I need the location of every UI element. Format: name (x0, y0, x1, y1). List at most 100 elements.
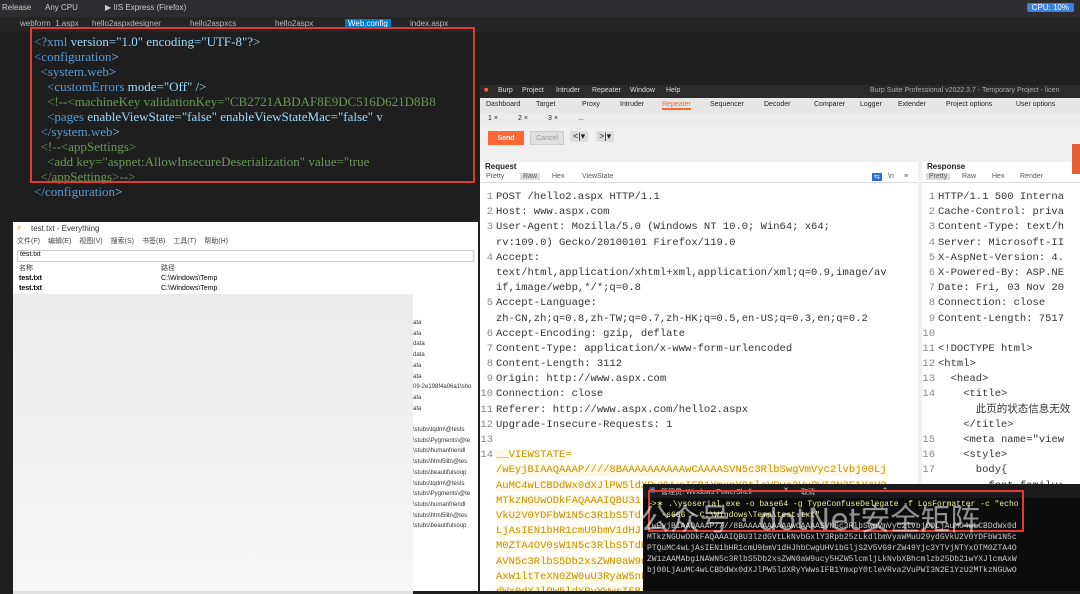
tab-hex[interactable]: Hex (992, 173, 1004, 180)
burp-menu-intruder[interactable]: Intruder (556, 87, 580, 94)
tab-raw[interactable]: Raw (962, 173, 976, 180)
line-number: 3 (486, 221, 493, 234)
line-text: Server: Microsoft-II (938, 236, 1065, 249)
menu-edit[interactable]: 编辑(E) (48, 238, 71, 245)
line-number: 5 (486, 297, 493, 310)
code-line: 4 Accept: (480, 251, 918, 266)
path-fragment: ata (413, 320, 422, 326)
code-line: 2 Cache-Control: priva (922, 205, 1080, 220)
newline-icon[interactable]: \n (888, 173, 894, 180)
line-text: /wEyjBIAAQAAAP////8BAAAAAAAAAAwCAAAASVN5… (496, 464, 887, 477)
terminal-line: bj00LjAuMC4wLCBDdWx0dXJlPW5ldXRyYWwsIFB1… (647, 566, 1017, 575)
line-text: User-Agent: Mozilla/5.0 (Windows NT 10.0… (496, 221, 830, 234)
tab-pretty[interactable]: Pretty (926, 173, 951, 180)
burp-menu-project[interactable]: Project (522, 87, 544, 94)
tool-tab-sequencer[interactable]: Sequencer (710, 101, 744, 108)
terminal-line: PTQuMC4wLjAsIEN1bHR1cmU9bmV1dHJhbCwgUHVi… (647, 544, 1017, 553)
response-view-tabs: Pretty Raw Hex Render (922, 172, 1080, 183)
burp-menu-help[interactable]: Help (666, 87, 680, 94)
cancel-button[interactable]: Cancel (530, 131, 564, 145)
platform-dropdown[interactable]: Any CPU (45, 3, 78, 12)
tab-viewstate[interactable]: ViewState (582, 173, 613, 180)
line-text: </title> (938, 418, 1014, 431)
tool-tab-project-options[interactable]: Project options (946, 101, 992, 108)
tool-tab-proxy[interactable]: Proxy (582, 101, 600, 108)
file-path: C:\Windows\Temp (161, 275, 218, 282)
panel-edge-marker (1072, 144, 1080, 174)
line-number: 4 (928, 236, 935, 249)
tool-tab-target[interactable]: Target (536, 101, 555, 108)
code-line: 13 (480, 433, 918, 448)
line-number: 11 (480, 403, 493, 416)
code-line: text/html,application/xhtml+xml,applicat… (480, 266, 918, 281)
code-line: 8 Content-Length: 3112 (480, 357, 918, 372)
tool-tab-intruder[interactable]: Intruder (620, 101, 644, 108)
path-fragment: \stubs\humanfriendl (413, 448, 466, 455)
code-line: 14 <title> (922, 387, 1080, 402)
burp-menu-repeater[interactable]: Repeater (592, 87, 621, 94)
line-number: 1 (486, 191, 493, 203)
request-view-tabs: Pretty Raw Hex ViewState ⇆ \n ≡ (480, 172, 918, 183)
repeater-tab[interactable]: ... (578, 115, 584, 122)
menu-search[interactable]: 搜索(S) (111, 238, 134, 245)
tab-raw[interactable]: Raw (520, 173, 541, 180)
tool-tab-decoder[interactable]: Decoder (764, 101, 790, 108)
config-dropdown[interactable]: Release (2, 3, 31, 12)
line-number: 1 (928, 191, 935, 203)
burp-tool-tabs: Dashboard Target Proxy Intruder Repeater Sequ… (480, 98, 1080, 113)
repeater-tab[interactable]: 2 × (518, 115, 528, 122)
visual-studio-toolbar: Release Any CPU ▶ IIS Express (Firefox) … (0, 0, 1080, 17)
code-line: 6 Accept-Encoding: gzip, deflate (480, 327, 918, 342)
search-input[interactable]: test.txt (17, 250, 474, 262)
path-fragment: ata (413, 394, 422, 401)
line-text: <style> (938, 449, 1008, 462)
history-back-icon[interactable]: <|▾ (570, 131, 589, 142)
column-path[interactable]: 路径 (161, 263, 175, 273)
line-text: body{ (938, 464, 1008, 477)
path-fragment: 09-2e198f4a06a1\sho (413, 384, 472, 391)
history-forward-icon[interactable]: >|▾ (596, 131, 615, 142)
menu-icon[interactable]: ≡ (904, 173, 908, 180)
line-text: <!DOCTYPE html> (938, 342, 1033, 355)
line-text: Connection: close (938, 297, 1046, 310)
tool-tab-extender[interactable]: Extender (898, 101, 926, 108)
tab-hex[interactable]: Hex (552, 173, 564, 180)
burp-menu-burp[interactable]: Burp (498, 87, 513, 94)
tool-tab-repeater[interactable]: Repeater (662, 101, 691, 110)
burp-menu-window[interactable]: Window (630, 87, 655, 94)
tab-render[interactable]: Render (1020, 173, 1043, 180)
tool-tab-comparer[interactable]: Comparer (814, 101, 845, 108)
repeater-tab[interactable]: 3 × (548, 115, 558, 122)
send-button[interactable]: Send (488, 131, 524, 145)
menu-help[interactable]: 帮助(H) (204, 238, 228, 245)
column-name[interactable]: 名称 (19, 263, 33, 273)
search-icon: ⌕ (17, 223, 22, 232)
tool-tab-logger[interactable]: Logger (860, 101, 882, 108)
menu-tools[interactable]: 工具(T) (173, 238, 196, 245)
menu-file[interactable]: 文件(F) (17, 238, 40, 245)
run-button[interactable]: ▶ IIS Express (Firefox) (105, 3, 186, 12)
highlight-box (30, 27, 475, 183)
line-text: VkU2V0YDFbW1N5c3R1bS5Td (496, 509, 641, 522)
line-number: 7 (486, 342, 493, 355)
line-text: Cache-Control: priva (938, 206, 1065, 219)
line-number: 4 (486, 251, 493, 264)
tool-tab-user-options[interactable]: User options (1016, 101, 1055, 108)
path-fragment: data (413, 341, 425, 348)
list-item[interactable]: test.txt C:\Windows\Temp (13, 275, 478, 285)
line-number: 16 (922, 449, 935, 462)
code-line: 3 Content-Type: text/h (922, 220, 1080, 235)
path-fragment: ata (413, 362, 422, 369)
tool-tab-dashboard[interactable]: Dashboard (486, 101, 520, 108)
response-title: Response (927, 162, 966, 171)
line-number: 12 (480, 418, 493, 431)
wrap-icon[interactable]: ⇆ (872, 173, 882, 181)
code-line: 4 Server: Microsoft-II (922, 236, 1080, 251)
menu-bookmark[interactable]: 书签(B) (142, 238, 165, 245)
path-fragment: \stubs\humanfriendl (413, 501, 466, 508)
repeater-tab[interactable]: 1 × (488, 115, 498, 122)
burp-title-bar: ■ Burp Project Intruder Repeater Window … (480, 85, 1080, 98)
tab-pretty[interactable]: Pretty (486, 173, 504, 180)
code-line: 1 POST /hello2.aspx HTTP/1.1 (480, 190, 918, 205)
menu-view[interactable]: 视图(V) (79, 238, 102, 245)
